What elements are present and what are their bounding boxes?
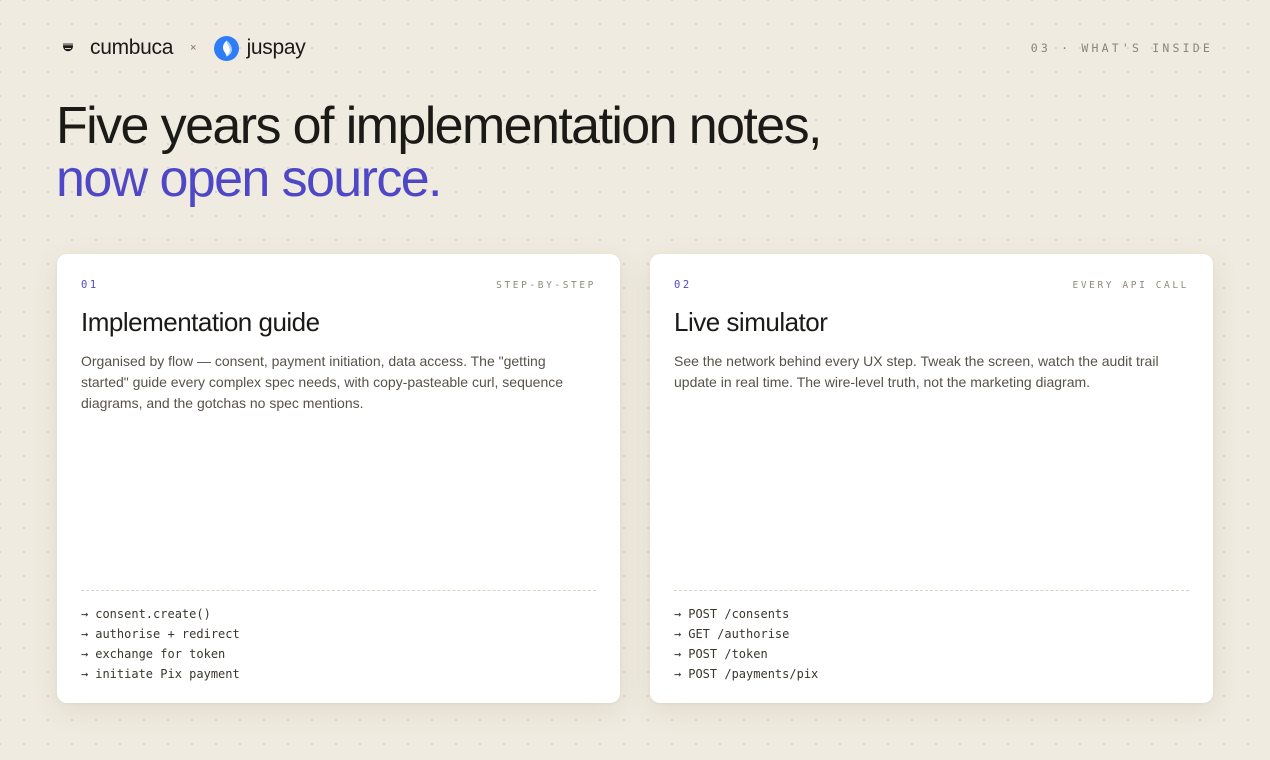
card-title: Live simulator [674,307,828,337]
step-label: POST /token [688,647,768,661]
brand-lockup: cumbuca × juspay [57,35,306,61]
card-steps: → POST /consents → GET /authorise → POST /t… [674,590,1189,684]
card-description: See the network behind every UX step. Tw… [674,353,1159,390]
card-tag: EVERY API CALL [1072,279,1189,291]
arrow-right-icon: → [81,647,89,661]
list-item: → consent.create() [81,604,596,624]
top-bar: cumbuca × juspay 03 · WHAT'S INSIDE [57,32,1213,64]
list-item: → POST /token [674,644,1189,664]
arrow-right-icon: → [674,607,682,621]
step-label: authorise + redirect [95,627,240,641]
list-item: → POST /payments/pix [674,664,1189,684]
card-tag: STEP-BY-STEP [496,279,596,291]
card-title: Implementation guide [81,307,320,337]
card-description: Organised by flow — consent, payment ini… [81,353,564,411]
brand-separator: × [190,42,197,54]
card-live-simulator: 02 EVERY API CALL Live simulator See the… [650,254,1213,703]
bowl-icon [57,37,79,59]
arrow-right-icon: → [81,667,89,681]
juspay-wordmark: juspay [246,36,306,59]
juspay-logo-icon [213,35,239,61]
card-meta: 02 EVERY API CALL [674,278,1189,292]
card-meta: 01 STEP-BY-STEP [81,278,596,292]
arrow-right-icon: → [81,607,89,621]
arrow-right-icon: → [674,667,682,681]
step-label: GET /authorise [688,627,790,641]
arrow-right-icon: → [674,647,682,661]
step-label: initiate Pix payment [95,667,240,681]
juspay-brand: juspay [213,35,306,61]
arrow-right-icon: → [674,627,682,641]
list-item: → GET /authorise [674,624,1189,644]
section-label: 03 · WHAT'S INSIDE [1030,41,1213,55]
feature-cards: 01 STEP-BY-STEP Implementation guide Org… [57,254,1213,703]
step-label: POST /payments/pix [688,667,819,681]
step-list: → POST /consents → GET /authorise → POST /t… [674,604,1189,684]
card-steps: → consent.create() → authorise + redirect … [81,590,596,684]
step-label: POST /consents [688,607,790,621]
card-number: 01 [81,279,99,291]
card-number: 02 [674,279,692,291]
list-item: → exchange for token [81,644,596,664]
arrow-right-icon: → [81,627,89,641]
hero-headline: Five years of implementation notes, now … [56,97,822,208]
cumbuca-wordmark: cumbuca [90,36,174,59]
cumbuca-brand: cumbuca [57,36,173,60]
step-label: exchange for token [95,647,226,661]
card-implementation-guide: 01 STEP-BY-STEP Implementation guide Org… [57,254,620,703]
headline-line-2: now open source. [56,150,442,208]
step-list: → consent.create() → authorise + redirect … [81,604,596,684]
list-item: → initiate Pix payment [81,664,596,684]
list-item: → authorise + redirect [81,624,596,644]
list-item: → POST /consents [674,604,1189,624]
step-label: consent.create() [95,607,211,621]
headline-line-1: Five years of implementation notes, [56,97,822,155]
